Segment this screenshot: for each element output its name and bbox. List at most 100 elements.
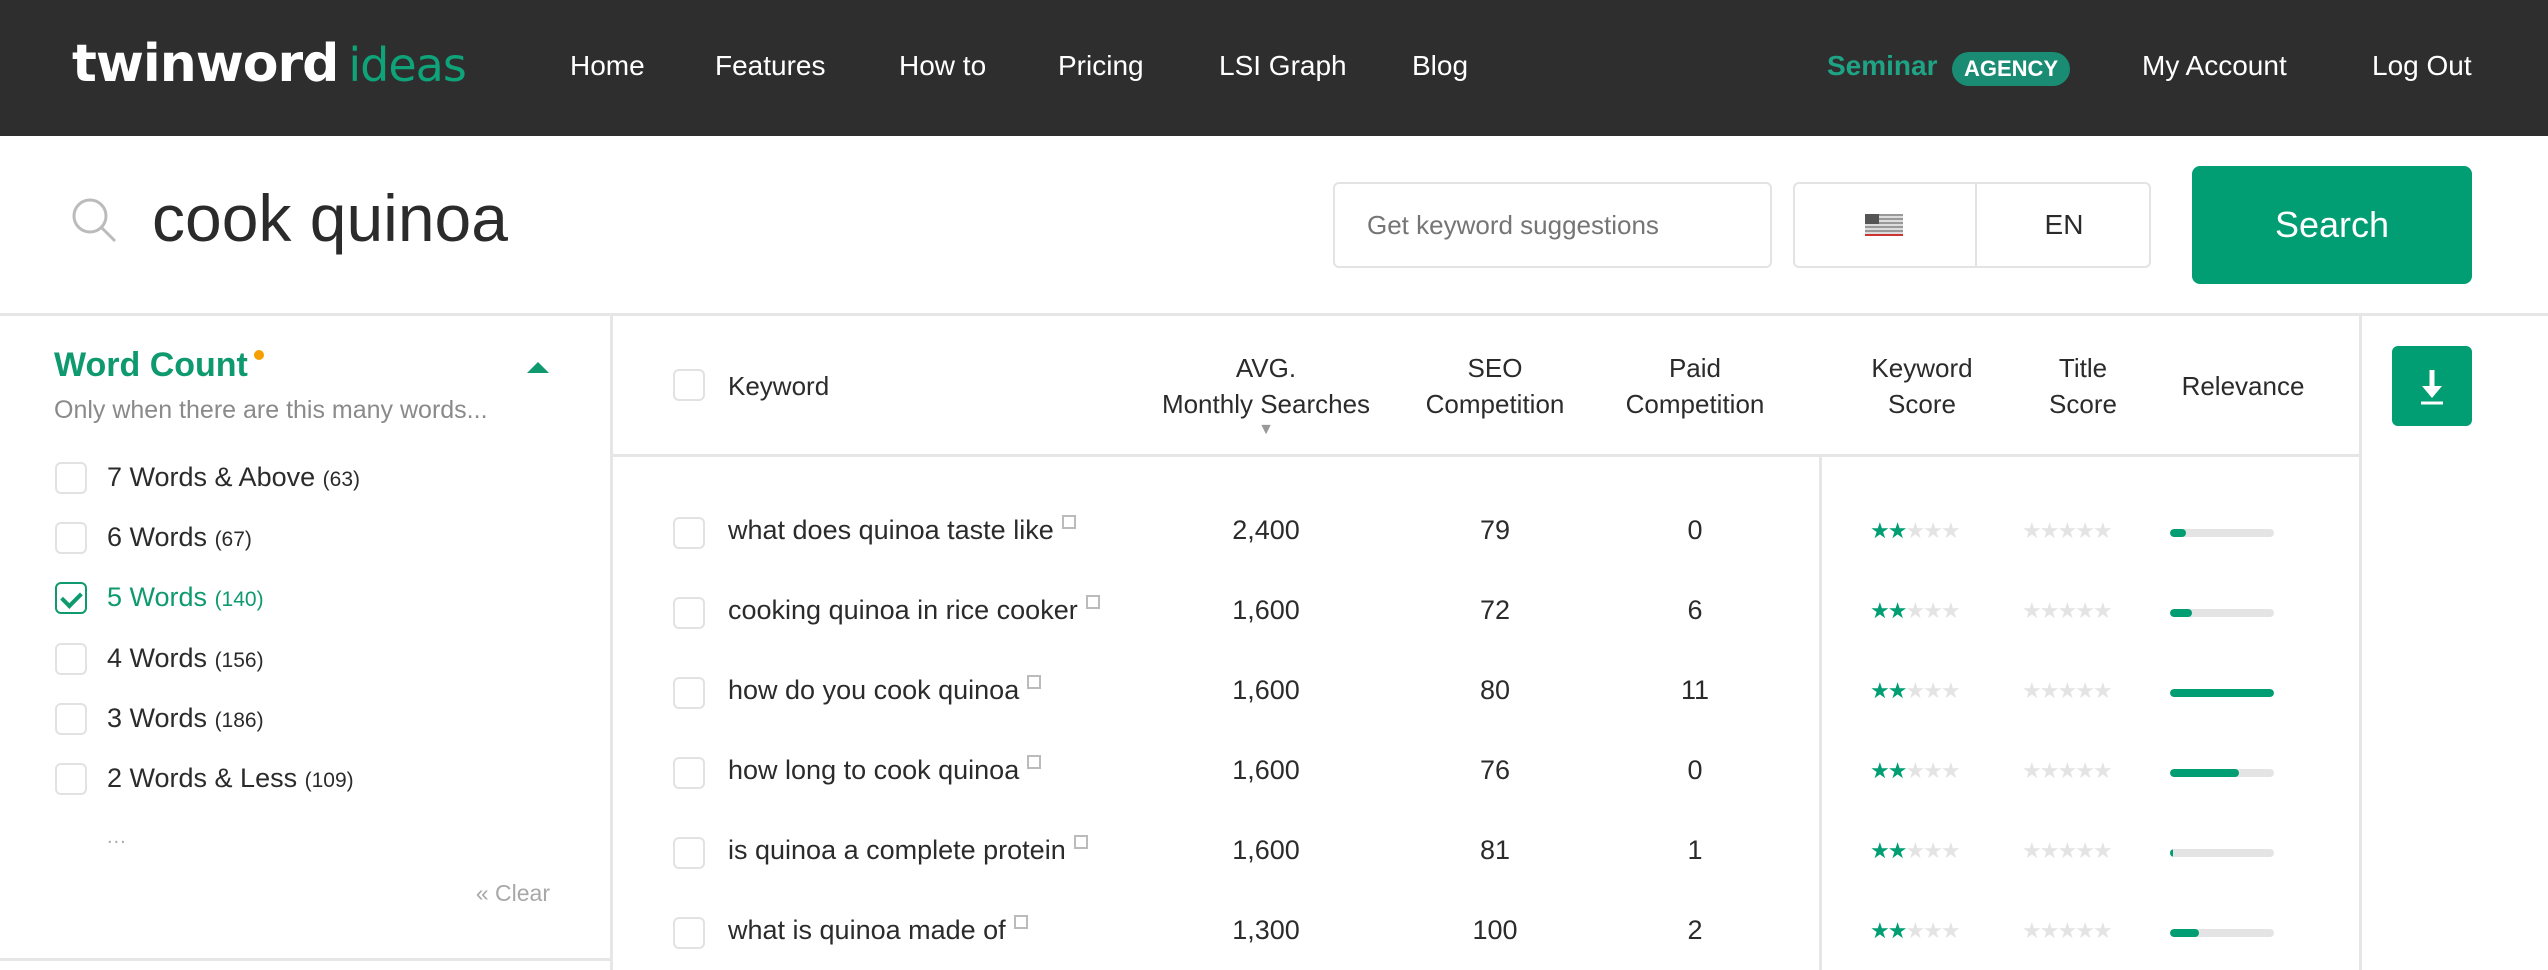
row-checkbox[interactable] xyxy=(673,677,705,709)
more-ellipsis[interactable]: ... xyxy=(107,826,127,849)
header-text: Score xyxy=(1888,389,1956,419)
star-icon: ★ xyxy=(2057,518,2077,543)
star-icon: ★ xyxy=(1940,598,1961,623)
download-icon xyxy=(2421,370,2443,405)
star-icon: ★ xyxy=(1905,678,1925,703)
row-checkbox[interactable] xyxy=(673,757,705,789)
star-icon: ★ xyxy=(2057,758,2077,783)
nav-home[interactable]: Home xyxy=(570,50,645,82)
keyword-text: is quinoa a complete protein xyxy=(728,835,1066,865)
agency-badge: AGENCY xyxy=(1952,52,2071,86)
header-seo-competition[interactable]: SEO Competition xyxy=(1395,350,1595,422)
word-count-title[interactable]: Word Count xyxy=(54,346,248,385)
nav-features[interactable]: Features xyxy=(715,50,826,82)
nav-my-account[interactable]: My Account xyxy=(2142,50,2287,82)
star-icon: ★ xyxy=(1905,598,1925,623)
table-row-keyword[interactable]: what is quinoa made of xyxy=(728,915,1028,946)
seo-competition: 72 xyxy=(1479,595,1511,625)
external-link-icon[interactable] xyxy=(1061,515,1076,529)
nav-lsi-graph[interactable]: LSI Graph xyxy=(1219,50,1347,82)
row-checkbox[interactable] xyxy=(673,917,705,949)
star-icon: ★ xyxy=(2075,838,2095,863)
star-icon: ★ xyxy=(1905,918,1925,943)
external-link-icon[interactable] xyxy=(1027,755,1042,769)
star-icon: ★ xyxy=(2039,598,2060,623)
word-count-option[interactable]: 4 Words (156) xyxy=(107,643,264,674)
external-link-icon[interactable] xyxy=(1027,675,1042,689)
external-link-icon[interactable] xyxy=(1085,595,1100,609)
title-score-stars: ★★★★★ xyxy=(2022,838,2113,864)
paid-competition: 0 xyxy=(1687,515,1703,545)
collapse-triangle-icon[interactable] xyxy=(527,362,549,373)
paid-competition: 6 xyxy=(1687,595,1703,625)
word-count-checkbox[interactable] xyxy=(55,642,87,675)
header-title-score[interactable]: Title Score xyxy=(2013,350,2153,422)
table-row-keyword[interactable]: how long to cook quinoa xyxy=(728,755,1042,786)
star-icon: ★ xyxy=(1940,758,1961,783)
nav-blog[interactable]: Blog xyxy=(1412,50,1468,82)
nav-how-to[interactable]: How to xyxy=(899,50,986,82)
star-icon: ★ xyxy=(1887,918,1908,943)
star-icon: ★ xyxy=(1923,598,1943,623)
star-icon: ★ xyxy=(2039,518,2060,543)
word-count-checkbox[interactable] xyxy=(55,763,87,795)
option-label: 4 Words xyxy=(107,642,208,673)
header-relevance[interactable]: Relevance xyxy=(2163,368,2323,404)
star-icon: ★ xyxy=(1887,758,1908,783)
header-text: Competition xyxy=(1425,389,1565,419)
word-count-checkbox[interactable] xyxy=(55,702,87,735)
twinword-ideas-logo[interactable]: twinword ideas xyxy=(72,34,467,94)
select-all-checkbox[interactable] xyxy=(673,369,705,401)
table-row-keyword[interactable]: what does quinoa taste like xyxy=(728,515,1076,546)
word-count-checkbox[interactable] xyxy=(55,582,87,615)
relevance-fill xyxy=(2170,849,2174,857)
header-text: AVG. xyxy=(1235,353,1297,383)
nav-pricing[interactable]: Pricing xyxy=(1058,50,1144,82)
external-link-icon[interactable] xyxy=(1013,915,1028,929)
external-link-icon[interactable] xyxy=(1073,835,1088,849)
search-query-input[interactable]: cook quinoa xyxy=(152,180,508,256)
word-count-option[interactable]: 3 Words (186) xyxy=(107,703,264,734)
star-icon: ★ xyxy=(2039,678,2060,703)
nav-seminar[interactable]: Seminar xyxy=(1827,50,1938,82)
star-icon: ★ xyxy=(2022,598,2042,623)
row-checkbox[interactable] xyxy=(673,597,705,629)
star-icon: ★ xyxy=(2057,598,2077,623)
word-count-checkbox[interactable] xyxy=(55,522,87,555)
word-count-option[interactable]: 2 Words & Less (109) xyxy=(107,763,354,794)
header-text: Title xyxy=(2058,353,2108,383)
search-button[interactable]: Search xyxy=(2192,166,2472,284)
header-text: Score xyxy=(2049,389,2117,419)
logo-text: twinword xyxy=(72,34,339,94)
keyword-suggestions-input[interactable] xyxy=(1333,182,1772,268)
sort-desc-icon: ▼ xyxy=(1258,421,1274,438)
row-checkbox[interactable] xyxy=(673,517,705,549)
download-button[interactable] xyxy=(2392,346,2472,426)
row-checkbox[interactable] xyxy=(673,837,705,869)
word-count-option[interactable]: 6 Words (67) xyxy=(107,522,252,553)
header-text: SEO xyxy=(1467,353,1523,383)
table-row-keyword[interactable]: is quinoa a complete protein xyxy=(728,835,1088,866)
relevance-bar xyxy=(2170,849,2274,857)
relevance-bar xyxy=(2170,929,2274,937)
word-count-checkbox[interactable] xyxy=(55,462,87,494)
us-flag-icon[interactable] xyxy=(1865,214,1903,236)
top-navbar: twinword ideas Home Features How to Prici… xyxy=(0,0,2548,136)
header-keyword[interactable]: Keyword xyxy=(728,368,829,404)
seo-competition: 79 xyxy=(1479,515,1511,545)
word-count-option[interactable]: 5 Words (140) xyxy=(107,582,264,613)
option-label: 7 Words & Above xyxy=(107,462,316,492)
star-icon: ★ xyxy=(1923,838,1943,863)
star-icon: ★ xyxy=(1940,518,1961,543)
clear-filter-link[interactable]: « Clear xyxy=(440,880,550,907)
table-row-keyword[interactable]: how do you cook quinoa xyxy=(728,675,1042,706)
header-paid-competition[interactable]: Paid Competition xyxy=(1595,350,1795,422)
language-select[interactable]: EN xyxy=(1977,184,2151,266)
header-avg-monthly-searches[interactable]: AVG. Monthly Searches ▼ xyxy=(1146,350,1386,438)
header-keyword-score[interactable]: Keyword Score xyxy=(1842,350,2002,422)
table-row-keyword[interactable]: cooking quinoa in rice cooker xyxy=(728,595,1100,626)
nav-log-out[interactable]: Log Out xyxy=(2372,50,2472,82)
word-count-option[interactable]: 7 Words & Above (63) xyxy=(107,462,360,493)
keyword-score-stars: ★★★★★ xyxy=(1870,838,1961,864)
seo-competition: 100 xyxy=(1472,915,1518,945)
